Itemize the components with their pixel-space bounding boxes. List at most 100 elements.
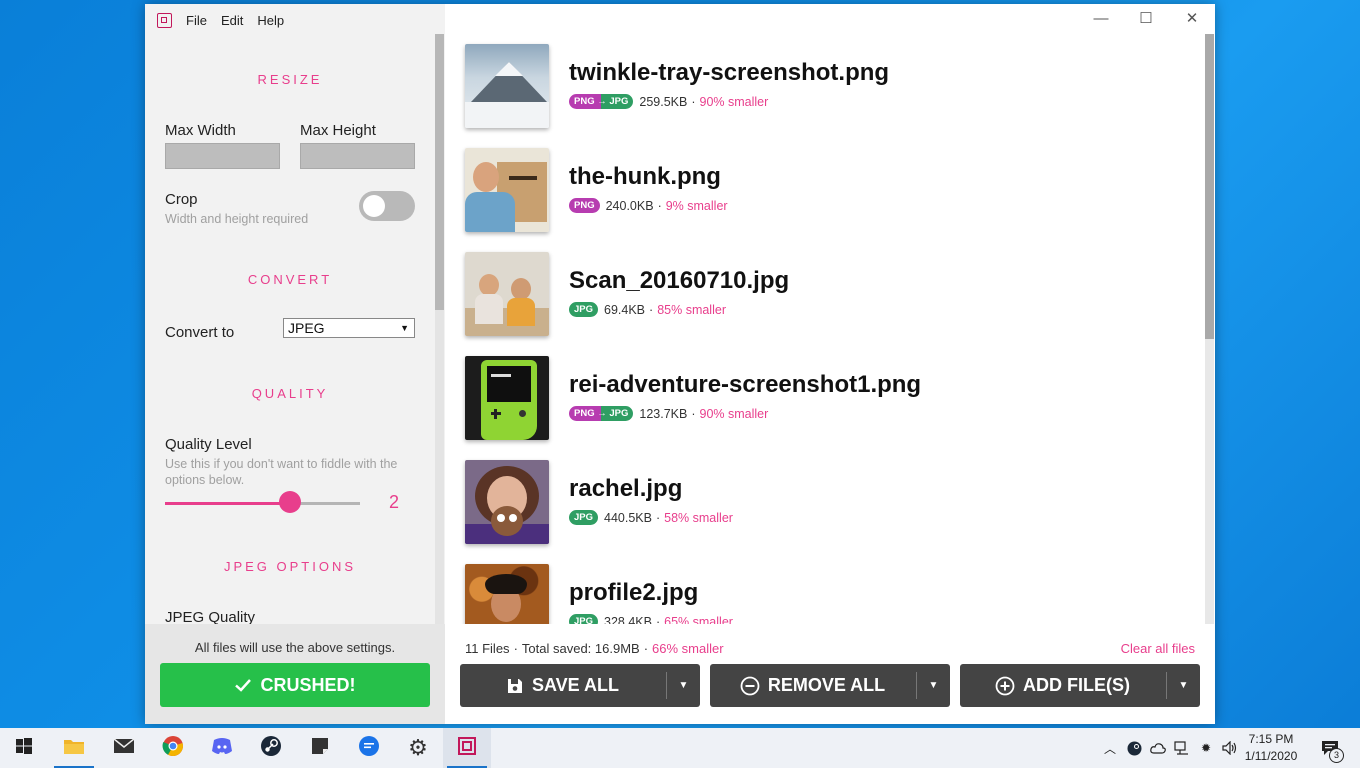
settings-panel: RESIZE Max Width Max Height Crop Width a…: [145, 36, 435, 624]
tray-brightness-icon[interactable]: ✹: [1198, 740, 1214, 756]
taskbar-chrome[interactable]: [149, 728, 197, 768]
dropdown-arrow-icon: ▼: [400, 323, 409, 333]
convert-to-label: Convert to: [165, 324, 235, 341]
file-size: 328.4KB: [604, 614, 652, 625]
format-badge: PNG → JPG: [569, 406, 634, 421]
taskbar-steam[interactable]: [247, 728, 295, 768]
file-meta: PNG → JPG 123.7KB · 90% smaller: [569, 406, 768, 421]
file-thumbnail: [465, 564, 549, 624]
save-all-label: SAVE ALL: [531, 675, 619, 695]
resize-section-title: RESIZE: [257, 72, 323, 87]
clear-all-files-link[interactable]: Clear all files: [1121, 641, 1195, 656]
windows-taskbar: ⚙ ︿ ✹ 7:15 PM 1/11/2020 3: [0, 728, 1360, 768]
file-size: 123.7KB: [639, 406, 688, 421]
file-name: twinkle-tray-screenshot.png: [569, 59, 890, 86]
convert-format-value: JPEG: [288, 320, 325, 336]
file-name: rei-adventure-screenshot1.png: [569, 371, 922, 398]
taskbar-messenger[interactable]: [345, 728, 393, 768]
app-window: File Edit Help RESIZE Max Width Max Heig…: [145, 4, 1215, 724]
max-height-input[interactable]: [300, 143, 415, 169]
add-files-main[interactable]: ADD FILE(S): [960, 664, 1165, 707]
taskbar-sticky-notes[interactable]: [296, 728, 344, 768]
tray-steam-icon[interactable]: [1126, 740, 1142, 756]
close-button[interactable]: ✕: [1177, 10, 1207, 28]
remove-all-main[interactable]: REMOVE ALL: [710, 664, 915, 707]
taskbar-discord[interactable]: [198, 728, 246, 768]
crushed-button[interactable]: CRUSHED!: [160, 663, 430, 707]
action-footer: 11 Files · Total saved: 16.9MB · 66% smaller…: [445, 624, 1215, 724]
quality-slider-track[interactable]: [165, 502, 360, 505]
file-row[interactable]: Scan_20160710.jpg JPG 69.4KB · 85% smaller: [465, 252, 1185, 342]
file-name: Scan_20160710.jpg: [569, 267, 790, 294]
file-row[interactable]: twinkle-tray-screenshot.png PNG → JPG 259.…: [465, 44, 1185, 134]
minus-circle-icon: [740, 676, 760, 696]
add-files-dropdown[interactable]: ▼: [1167, 664, 1200, 707]
savings-percent: 85% smaller: [657, 302, 726, 317]
tray-network-icon[interactable]: [1174, 740, 1190, 756]
taskbar-file-explorer[interactable]: [50, 728, 98, 768]
file-row[interactable]: rachel.jpg JPG 440.5KB · 58% smaller: [465, 460, 1185, 550]
taskbar-image-app[interactable]: [443, 728, 491, 768]
sidebar-footer: All files will use the above settings. C…: [145, 624, 445, 724]
taskbar-settings[interactable]: ⚙: [394, 728, 442, 768]
summary-stats: 11 Files · Total saved: 16.9MB · 66% smaller: [465, 641, 724, 656]
savings-percent: 90% smaller: [699, 94, 769, 109]
menu-help[interactable]: Help: [257, 13, 284, 28]
menu-bar: File Edit Help: [145, 4, 445, 36]
save-all-dropdown[interactable]: ▼: [667, 664, 700, 707]
start-button[interactable]: [0, 728, 48, 768]
file-row[interactable]: rei-adventure-screenshot1.png PNG → JPG 12…: [465, 356, 1185, 446]
app-logo-icon: [157, 12, 172, 28]
quality-value: 2: [389, 492, 400, 512]
format-badge: JPG: [569, 614, 599, 624]
add-files-button[interactable]: ADD FILE(S) ▼: [960, 664, 1200, 707]
remove-all-button[interactable]: REMOVE ALL ▼: [710, 664, 950, 707]
total-saved-percent: 66% smaller: [652, 641, 724, 656]
quality-level-label: Quality Level: [165, 436, 252, 453]
tray-cloud-icon[interactable]: [1150, 740, 1166, 756]
jpeg-quality-label: JPEG Quality: [165, 609, 256, 624]
file-row[interactable]: the-hunk.png PNG 240.0KB · 9% smaller: [465, 148, 1185, 238]
file-list-scrollbar[interactable]: [1205, 34, 1214, 624]
crushed-label: CRUSHED!: [260, 674, 356, 695]
remove-all-dropdown[interactable]: ▼: [917, 664, 950, 707]
sidebar-scrollbar[interactable]: [435, 34, 444, 634]
file-meta: JPG 440.5KB · 58% smaller: [569, 510, 733, 525]
quality-slider-fill: [165, 502, 290, 505]
file-count: 11 Files: [465, 641, 510, 656]
tray-volume-icon[interactable]: [1222, 740, 1238, 756]
tray-chevron-up-icon[interactable]: ︿: [1102, 740, 1118, 756]
file-meta: PNG 240.0KB · 9% smaller: [569, 198, 728, 213]
file-size: 440.5KB: [604, 510, 652, 525]
minimize-button[interactable]: —: [1086, 10, 1116, 28]
savings-percent: 90% smaller: [699, 406, 769, 421]
menu-file[interactable]: File: [186, 13, 207, 28]
quality-slider-handle[interactable]: [278, 491, 301, 513]
sidebar-scroll-thumb[interactable]: [435, 34, 444, 310]
save-all-main[interactable]: SAVE ALL: [460, 664, 665, 707]
crop-toggle[interactable]: [359, 191, 415, 221]
file-meta: JPG 328.4KB · 65% smaller: [569, 614, 733, 624]
file-thumbnail: [465, 44, 549, 128]
notifications-button[interactable]: 3: [1318, 740, 1344, 763]
format-badge: PNG: [569, 198, 600, 213]
save-all-button[interactable]: SAVE ALL ▼: [460, 664, 700, 707]
max-width-input[interactable]: [165, 143, 280, 169]
menu-edit[interactable]: Edit: [221, 13, 243, 28]
file-list-scroll-thumb[interactable]: [1205, 34, 1214, 339]
clock-date: 1/11/2020: [1244, 749, 1298, 763]
maximize-button[interactable]: ☐: [1131, 10, 1161, 28]
format-badge: JPG: [569, 510, 599, 525]
convert-section-title: CONVERT: [247, 272, 333, 287]
file-thumbnail: [465, 356, 549, 440]
convert-format-select[interactable]: JPEG ▼: [283, 318, 415, 338]
taskbar-mail[interactable]: [100, 728, 148, 768]
total-saved: Total saved: 16.9MB: [521, 641, 640, 656]
crop-hint: Width and height required: [165, 212, 309, 226]
jpeg-options-section-title: JPEG OPTIONS: [223, 559, 357, 574]
caret-down-icon: ▼: [678, 680, 689, 691]
chat-bubble-icon: [358, 735, 380, 762]
system-clock[interactable]: 7:15 PM 1/11/2020: [1240, 731, 1302, 765]
file-row[interactable]: profile2.jpg JPG 328.4KB · 65% smaller: [465, 564, 1185, 624]
file-size: 69.4KB: [604, 302, 646, 317]
